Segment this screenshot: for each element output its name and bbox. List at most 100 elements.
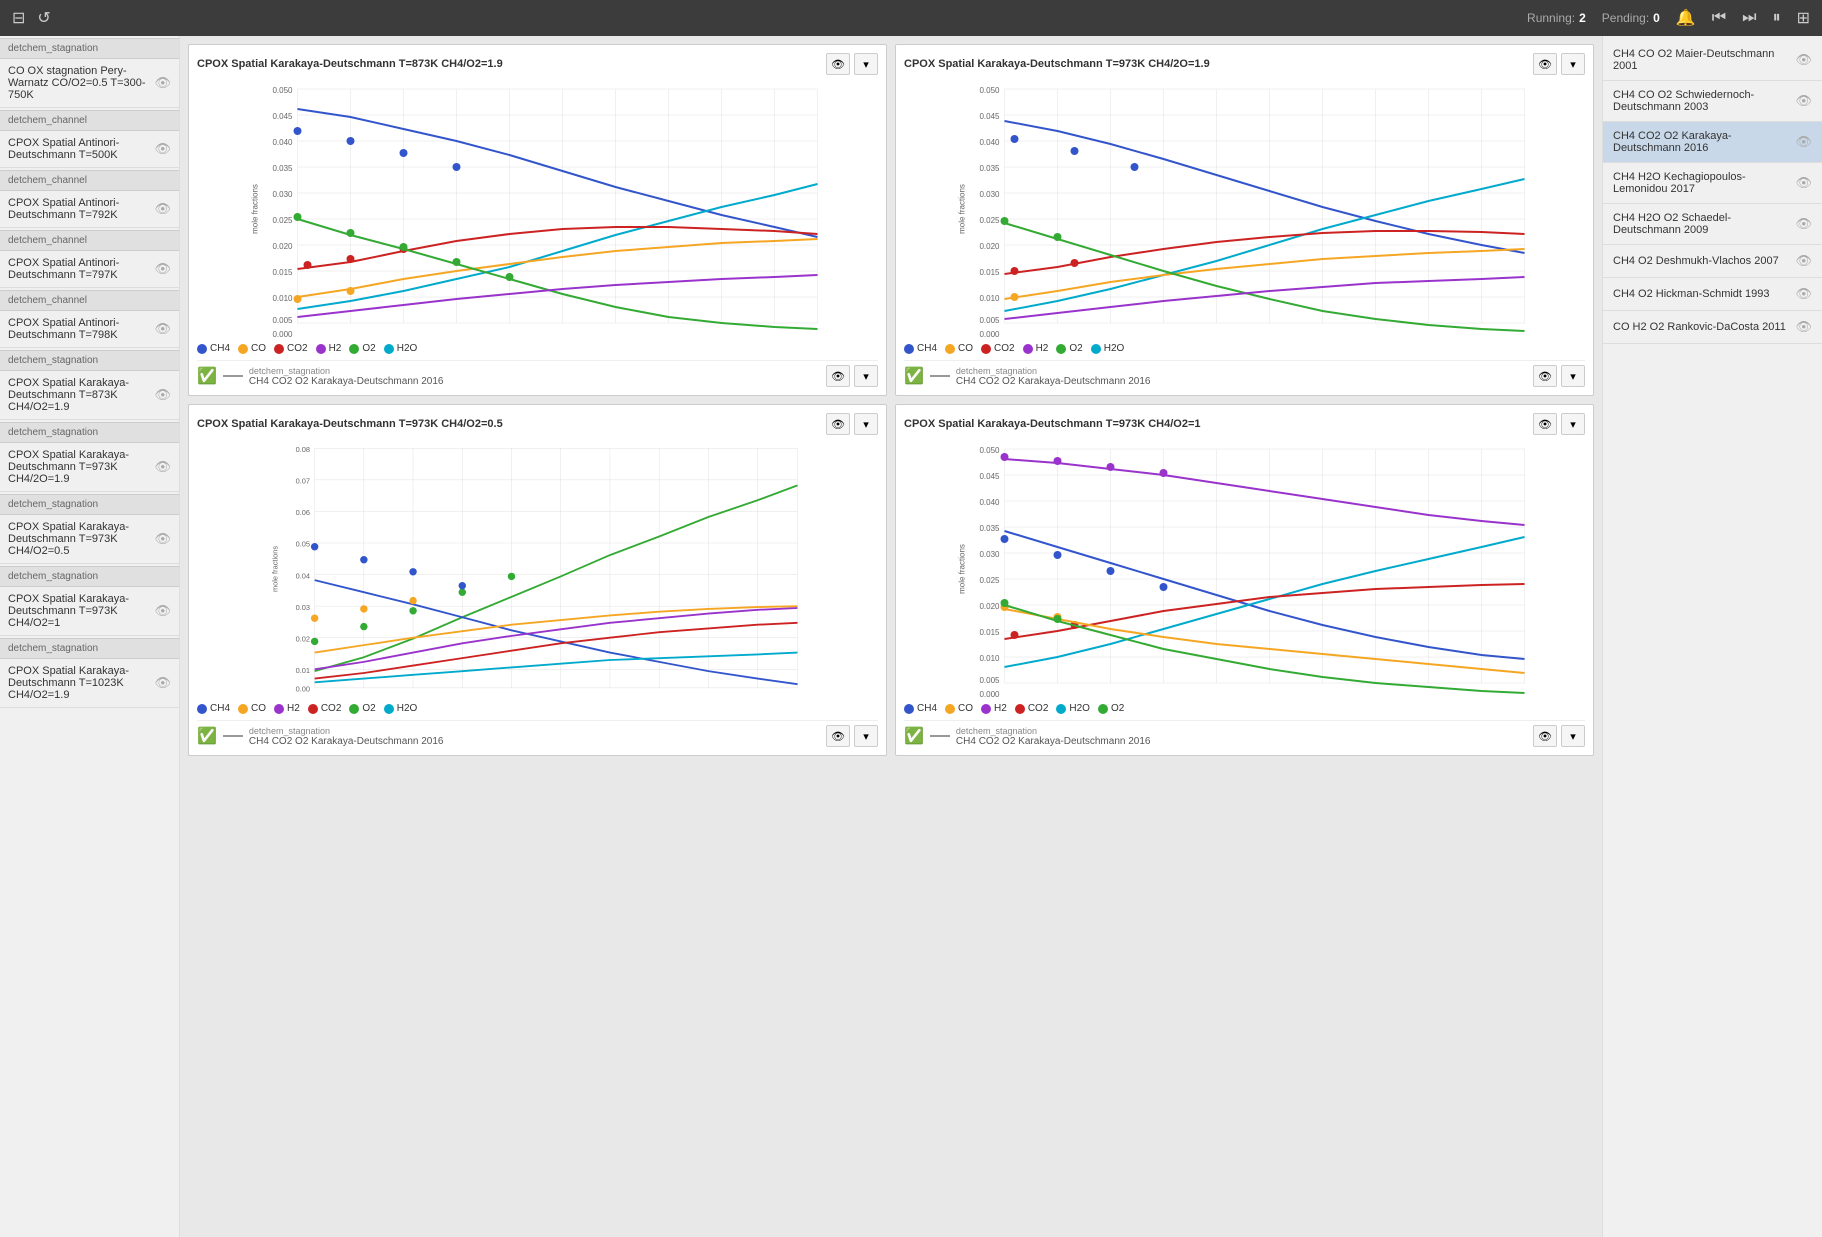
svg-text:0.02: 0.02 xyxy=(296,634,310,643)
svg-text:0.015: 0.015 xyxy=(272,268,293,277)
sidebar-item-2[interactable]: CPOX Spatial Antinori-Deutschmann T=792K… xyxy=(0,191,179,228)
sidebar-item-1[interactable]: CPOX Spatial Antinori-Deutschmann T=500K… xyxy=(0,131,179,168)
sidebar-item-9[interactable]: CPOX Spatial Karakaya-Deutschmann T=1023… xyxy=(0,659,179,708)
footer-eye-btn-4[interactable]: 👁 xyxy=(1533,725,1557,747)
right-sidebar-item-1[interactable]: CH4 CO O2 Schwiedernoch-Deutschmann 2003… xyxy=(1603,81,1822,122)
footer-info-3: detchem_stagnation CH4 CO2 O2 Karakaya-D… xyxy=(249,726,444,747)
right-sidebar-item-5[interactable]: CH4 O2 Deshmukh-Vlachos 2007 👁 xyxy=(1603,245,1822,278)
chart-area-2: 0.050 0.045 0.040 0.035 0.030 0.025 0.02… xyxy=(904,79,1585,339)
chart-header-1: CPOX Spatial Karakaya-Deutschmann T=873K… xyxy=(197,53,878,75)
chart-menu-btn-1[interactable]: ▾ xyxy=(854,53,878,75)
footer-menu-btn-1[interactable]: ▾ xyxy=(854,365,878,387)
sidebar-item-0[interactable]: CO OX stagnation Pery-Warnatz CO/O2=0.5 … xyxy=(0,59,179,108)
svg-text:mole fractions: mole fractions xyxy=(271,546,280,592)
sidebar-group-8: detchem_stagnation xyxy=(0,566,179,587)
sidebar-eye-6[interactable]: 👁 xyxy=(154,459,171,475)
chart-title-4: CPOX Spatial Karakaya-Deutschmann T=973K… xyxy=(904,418,1201,430)
sidebar-item-3[interactable]: CPOX Spatial Antinori-Deutschmann T=797K… xyxy=(0,251,179,288)
running-value: 2 xyxy=(1579,11,1586,25)
chart-eye-btn-1[interactable]: 👁 xyxy=(826,53,850,75)
sidebar-eye-1[interactable]: 👁 xyxy=(154,141,171,157)
sidebar-item-text-4: CPOX Spatial Antinori-Deutschmann T=798K xyxy=(8,317,154,341)
right-sidebar-eye-7[interactable]: 👁 xyxy=(1795,319,1812,335)
sidebar-eye-0[interactable]: 👁 xyxy=(154,75,171,91)
sidebar-group-9: detchem_stagnation xyxy=(0,638,179,659)
svg-text:0.000: 0.000 xyxy=(979,690,1000,699)
right-sidebar-eye-5[interactable]: 👁 xyxy=(1795,253,1812,269)
footer-menu-btn-4[interactable]: ▾ xyxy=(1561,725,1585,747)
skip-forward-icon[interactable]: ⏭ xyxy=(1742,9,1756,27)
sidebar-item-8[interactable]: CPOX Spatial Karakaya-Deutschmann T=973K… xyxy=(0,587,179,636)
grid-icon[interactable]: ⊞ xyxy=(1797,8,1810,28)
right-sidebar-item-3[interactable]: CH4 H2O Kechagiopoulos-Lemonidou 2017👁 xyxy=(1603,163,1822,204)
chart-card-3: CPOX Spatial Karakaya-Deutschmann T=973K… xyxy=(188,404,887,756)
chart-eye-btn-2[interactable]: 👁 xyxy=(1533,53,1557,75)
chart-svg-2: 0.050 0.045 0.040 0.035 0.030 0.025 0.02… xyxy=(904,79,1585,339)
sidebar-eye-8[interactable]: 👁 xyxy=(154,603,171,619)
svg-text:0.010: 0.010 xyxy=(979,294,1000,303)
footer-eye-btn-2[interactable]: 👁 xyxy=(1533,365,1557,387)
sidebar-eye-4[interactable]: 👁 xyxy=(154,321,171,337)
right-sidebar-label-6: CH4 O2 Hickman-Schmidt 1993 xyxy=(1613,288,1770,300)
chart-footer-2: ✅ detchem_stagnation CH4 CO2 O2 Karakaya… xyxy=(904,360,1585,387)
right-sidebar-item-2[interactable]: CH4 CO2 O2 Karakaya-Deutschmann 2016👁 xyxy=(1603,122,1822,163)
chart-menu-btn-4[interactable]: ▾ xyxy=(1561,413,1585,435)
pending-label: Pending: xyxy=(1602,11,1649,25)
pending-value: 0 xyxy=(1653,11,1660,25)
sidebar-group-1: detchem_channel xyxy=(0,110,179,131)
chart-footer-controls-4: 👁 ▾ xyxy=(1533,725,1585,747)
sidebar-eye-7[interactable]: 👁 xyxy=(154,531,171,547)
chart-menu-btn-3[interactable]: ▾ xyxy=(854,413,878,435)
right-sidebar-eye-1[interactable]: 👁 xyxy=(1795,93,1812,109)
right-sidebar-item-6[interactable]: CH4 O2 Hickman-Schmidt 1993 👁 xyxy=(1603,278,1822,311)
sidebar-eye-9[interactable]: 👁 xyxy=(154,675,171,691)
sidebar-eye-3[interactable]: 👁 xyxy=(154,261,171,277)
chart-menu-btn-2[interactable]: ▾ xyxy=(1561,53,1585,75)
right-sidebar-item-0[interactable]: CH4 CO O2 Maier-Deutschmann 2001👁 xyxy=(1603,40,1822,81)
footer-eye-btn-3[interactable]: 👁 xyxy=(826,725,850,747)
refresh-icon[interactable]: ↺ xyxy=(37,8,50,28)
svg-text:0.005: 0.005 xyxy=(979,676,1000,685)
sidebar-item-text-3: CPOX Spatial Antinori-Deutschmann T=797K xyxy=(8,257,154,281)
check-icon-2: ✅ xyxy=(904,366,924,386)
chart-eye-btn-4[interactable]: 👁 xyxy=(1533,413,1557,435)
right-sidebar-eye-0[interactable]: 👁 xyxy=(1795,52,1812,68)
sidebar-item-6[interactable]: CPOX Spatial Karakaya-Deutschmann T=973K… xyxy=(0,443,179,492)
svg-text:mole fractions: mole fractions xyxy=(958,544,967,594)
chart-footer-left-1: ✅ detchem_stagnation CH4 CO2 O2 Karakaya… xyxy=(197,366,443,387)
footer-eye-btn-1[interactable]: 👁 xyxy=(826,365,850,387)
right-sidebar-label-5: CH4 O2 Deshmukh-Vlachos 2007 xyxy=(1613,255,1779,267)
pause-icon[interactable]: ⏸ xyxy=(1773,9,1781,27)
sidebar-item-7[interactable]: CPOX Spatial Karakaya-Deutschmann T=973K… xyxy=(0,515,179,564)
sidebar-item-5[interactable]: CPOX Spatial Karakaya-Deutschmann T=873K… xyxy=(0,371,179,420)
chart-eye-btn-3[interactable]: 👁 xyxy=(826,413,850,435)
sidebar-item-text-1: CPOX Spatial Antinori-Deutschmann T=500K xyxy=(8,137,154,161)
check-icon-4: ✅ xyxy=(904,726,924,746)
right-sidebar-item-4[interactable]: CH4 H2O O2 Schaedel-Deutschmann 2009👁 xyxy=(1603,204,1822,245)
home-icon[interactable]: ⊟ xyxy=(12,8,25,28)
svg-text:0.01: 0.01 xyxy=(296,666,310,675)
chart-footer-controls-2: 👁 ▾ xyxy=(1533,365,1585,387)
footer-dash-4 xyxy=(930,735,950,737)
bell-icon[interactable]: 🔔 xyxy=(1676,8,1696,28)
topbar: ⊟ ↺ Running: 2 Pending: 0 🔔 ⏮ ⏭ ⏸ ⊞ xyxy=(0,0,1822,36)
footer-menu-btn-3[interactable]: ▾ xyxy=(854,725,878,747)
svg-text:0.010: 0.010 xyxy=(272,294,293,303)
sidebar-eye-2[interactable]: 👁 xyxy=(154,201,171,217)
right-sidebar-eye-6[interactable]: 👁 xyxy=(1795,286,1812,302)
sidebar-item-4[interactable]: CPOX Spatial Antinori-Deutschmann T=798K… xyxy=(0,311,179,348)
svg-text:0.000: 0.000 xyxy=(979,330,1000,339)
right-sidebar-eye-4[interactable]: 👁 xyxy=(1795,216,1812,232)
skip-back-icon[interactable]: ⏮ xyxy=(1712,9,1726,27)
right-sidebar-label-0: CH4 CO O2 Maier-Deutschmann 2001 xyxy=(1613,48,1795,72)
right-sidebar-eye-2[interactable]: 👁 xyxy=(1795,134,1812,150)
sidebar-eye-5[interactable]: 👁 xyxy=(154,387,171,403)
right-sidebar-eye-3[interactable]: 👁 xyxy=(1795,175,1812,191)
charts-grid: CPOX Spatial Karakaya-Deutschmann T=873K… xyxy=(188,44,1594,756)
svg-text:mole fractions: mole fractions xyxy=(251,184,260,234)
chart-title-2: CPOX Spatial Karakaya-Deutschmann T=973K… xyxy=(904,58,1210,70)
footer-menu-btn-2[interactable]: ▾ xyxy=(1561,365,1585,387)
right-sidebar-item-7[interactable]: CO H2 O2 Rankovic-DaCosta 2011👁 xyxy=(1603,311,1822,344)
chart-area-4: 0.050 0.045 0.040 0.035 0.030 0.025 0.02… xyxy=(904,439,1585,699)
svg-text:0.020: 0.020 xyxy=(979,242,1000,251)
